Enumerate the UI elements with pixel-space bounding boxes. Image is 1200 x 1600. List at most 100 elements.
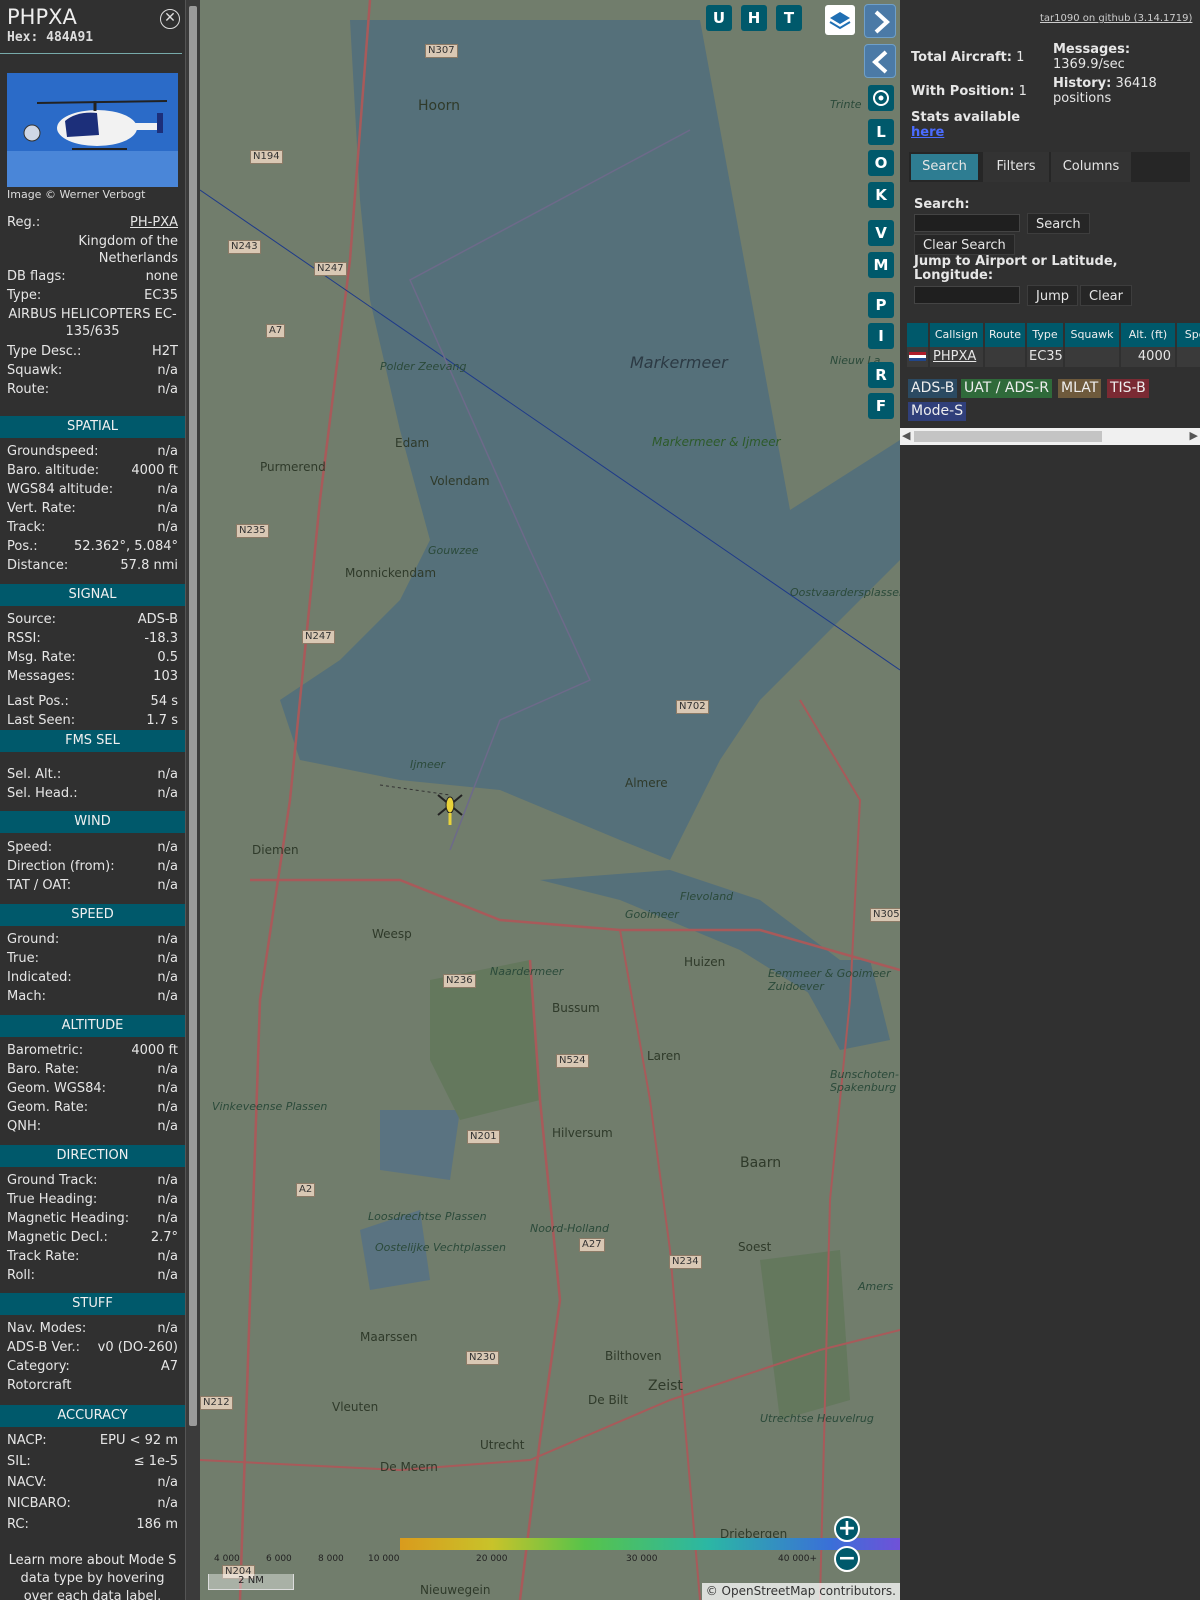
map-button-h[interactable]: H (741, 5, 767, 31)
spatial-label[interactable]: Vert. Rate: (7, 500, 76, 517)
table-header-callsign[interactable]: Callsign (930, 323, 983, 347)
spatial-label[interactable]: Pos.: (7, 538, 38, 555)
table-header-route[interactable]: Route (985, 323, 1025, 347)
section-accuracy[interactable]: ACCURACY (0, 1405, 185, 1427)
altitude-label[interactable]: Barometric: (7, 1042, 83, 1059)
signal-label[interactable]: Last Pos.: (7, 693, 69, 710)
jump-button[interactable]: Jump (1027, 285, 1078, 306)
search-input[interactable] (914, 214, 1020, 232)
altitude-label[interactable]: Geom. WGS84: (7, 1080, 106, 1097)
spatial-label[interactable]: Baro. altitude: (7, 462, 99, 479)
map-button-u[interactable]: U (706, 5, 732, 31)
map-button-o[interactable]: O (868, 150, 894, 176)
map-button-t[interactable]: T (776, 5, 802, 31)
section-stuff[interactable]: STUFF (0, 1293, 185, 1315)
map-button-v[interactable]: V (868, 220, 894, 246)
section-fms[interactable]: FMS SEL (0, 730, 185, 752)
map-button-k[interactable]: K (868, 182, 894, 208)
altitude-label[interactable]: QNH: (7, 1118, 41, 1135)
map-button-f[interactable]: F (868, 393, 894, 419)
signal-label[interactable]: Last Seen: (7, 712, 75, 729)
signal-label[interactable]: Messages: (7, 668, 75, 685)
section-wind[interactable]: WIND (0, 811, 185, 833)
section-speed[interactable]: SPEED (0, 904, 185, 926)
fms-label[interactable]: Sel. Alt.: (7, 766, 61, 783)
signal-label[interactable]: Msg. Rate: (7, 649, 76, 666)
speed-label[interactable]: True: (7, 950, 39, 967)
section-direction[interactable]: DIRECTION (0, 1145, 185, 1167)
altitude-label[interactable]: Baro. Rate: (7, 1061, 79, 1078)
tab-search[interactable]: Search (911, 154, 978, 180)
map-button-r[interactable]: R (868, 362, 894, 388)
collapse-sidebar-button[interactable] (864, 44, 896, 78)
expand-sidebar-button[interactable] (864, 4, 896, 38)
table-header-type[interactable]: Type (1027, 323, 1063, 347)
map-button-m[interactable]: M (868, 252, 894, 278)
spatial-label[interactable]: Distance: (7, 557, 68, 574)
stuff-label[interactable]: Rotorcraft (7, 1377, 71, 1394)
clear-jump-button[interactable]: Clear (1080, 285, 1132, 306)
tab-filters[interactable]: Filters (983, 152, 1049, 182)
close-icon[interactable]: ✕ (160, 9, 180, 29)
fms-label[interactable]: Sel. Head.: (7, 785, 78, 802)
zoom-out-button[interactable]: − (834, 1546, 860, 1572)
stuff-label[interactable]: ADS-B Ver.: (7, 1339, 80, 1356)
section-altitude[interactable]: ALTITUDE (0, 1015, 185, 1037)
wind-label[interactable]: TAT / OAT: (7, 877, 71, 894)
signal-label[interactable]: RSSI: (7, 630, 41, 647)
badge-modes[interactable]: Mode-S (908, 402, 967, 421)
map-canvas[interactable] (200, 0, 900, 1600)
row-callsign[interactable]: PHPXA (930, 347, 983, 367)
spatial-label[interactable]: WGS84 altitude: (7, 481, 113, 498)
direction-label[interactable]: Track Rate: (7, 1248, 79, 1265)
table-header-alt[interactable]: Alt. (ft) (1121, 323, 1175, 347)
direction-label[interactable]: True Heading: (7, 1191, 97, 1208)
accuracy-label[interactable]: RC: (7, 1516, 29, 1533)
map-button-p[interactable]: P (868, 292, 894, 318)
aircraft-photo[interactable] (7, 73, 178, 187)
layers-button[interactable] (825, 5, 855, 35)
accuracy-label[interactable]: SIL: (7, 1453, 31, 1470)
clear-search-button[interactable]: Clear Search (914, 234, 1015, 255)
spatial-label[interactable]: Track: (7, 519, 45, 536)
scroll-left-icon[interactable]: ◀ (902, 429, 910, 442)
info-scrollbar[interactable] (185, 0, 200, 1600)
accuracy-label[interactable]: NICBARO: (7, 1495, 71, 1512)
speed-label[interactable]: Mach: (7, 988, 46, 1005)
search-button[interactable]: Search (1027, 213, 1090, 234)
table-scrollbar-thumb[interactable] (914, 431, 1102, 442)
section-spatial[interactable]: SPATIAL (0, 416, 185, 438)
direction-label[interactable]: Magnetic Decl.: (7, 1229, 108, 1246)
badge-mlat[interactable]: MLAT (1058, 379, 1102, 398)
table-header-speed[interactable]: Spd. (1177, 323, 1200, 347)
signal-label[interactable]: Source: (7, 611, 56, 628)
map-button-l[interactable]: L (868, 119, 894, 145)
stats-link[interactable]: here (911, 125, 944, 140)
badge-tisb[interactable]: TIS-B (1107, 379, 1149, 398)
stuff-label[interactable]: Nav. Modes: (7, 1320, 86, 1337)
reg-link[interactable]: PH-PXA (130, 214, 178, 231)
scroll-right-icon[interactable]: ▶ (1190, 429, 1198, 442)
settings-button[interactable] (868, 85, 894, 111)
map-view[interactable]: Hoorn Markermeer Markermeer & Ijmeer Purmer… (200, 0, 900, 1600)
accuracy-label[interactable]: NACP: (7, 1432, 47, 1449)
badge-adsb[interactable]: ADS-B (908, 379, 958, 398)
altitude-label[interactable]: Geom. Rate: (7, 1099, 88, 1116)
scrollbar-thumb[interactable] (189, 6, 197, 1426)
table-header-squawk[interactable]: Squawk (1065, 323, 1119, 347)
speed-label[interactable]: Indicated: (7, 969, 72, 986)
wind-label[interactable]: Direction (from): (7, 858, 115, 875)
table-scrollbar[interactable]: ◀ ▶ (900, 428, 1200, 445)
section-signal[interactable]: SIGNAL (0, 584, 185, 606)
github-link[interactable]: tar1090 on github (3.14.1719) (1040, 13, 1192, 24)
jump-input[interactable] (914, 286, 1020, 304)
direction-label[interactable]: Ground Track: (7, 1172, 97, 1189)
badge-uat[interactable]: UAT / ADS-R (961, 379, 1052, 398)
map-attribution[interactable]: © OpenStreetMap contributors. (701, 1583, 900, 1600)
stuff-label[interactable]: Category: (7, 1358, 70, 1375)
direction-label[interactable]: Roll: (7, 1267, 35, 1284)
speed-label[interactable]: Ground: (7, 931, 59, 948)
accuracy-label[interactable]: NACV: (7, 1474, 47, 1491)
zoom-in-button[interactable]: + (834, 1516, 860, 1542)
wind-label[interactable]: Speed: (7, 839, 52, 856)
